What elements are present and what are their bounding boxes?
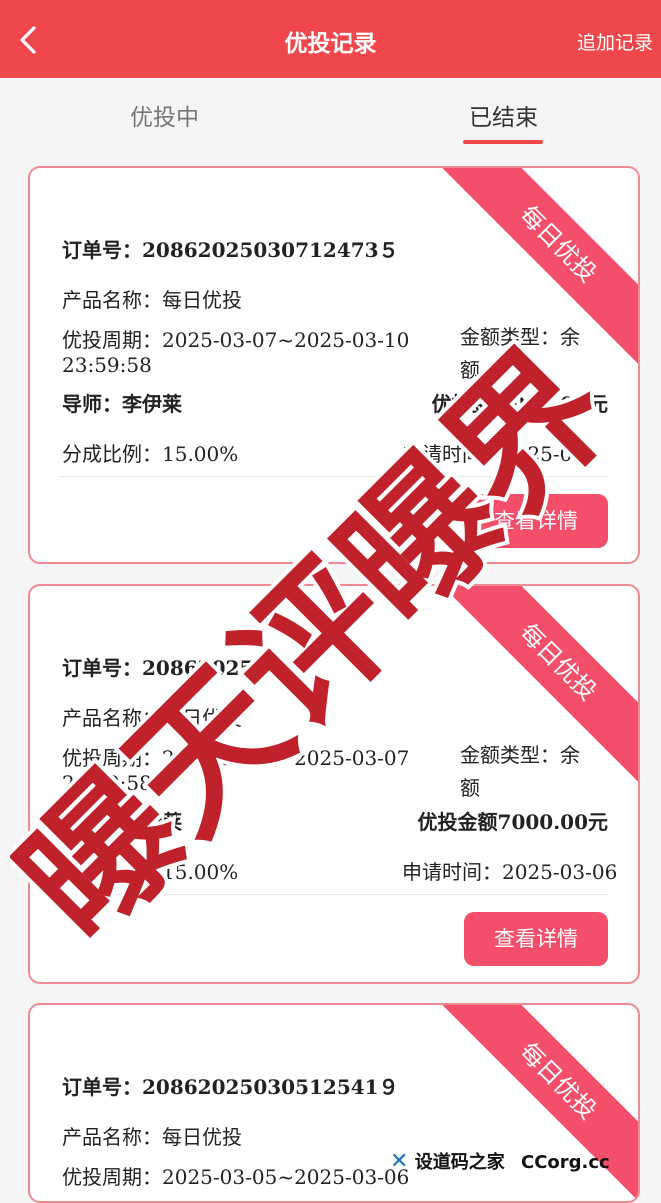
app-header: 优投记录 追加记录 [0, 0, 661, 78]
site-logo: ✕ 设道码之家 CCorg.cc [390, 1148, 660, 1186]
mentor-label: 导师： [62, 810, 122, 834]
apply-time-row: 申请时间：2025-03-06 [402, 856, 617, 885]
share-ratio-label: 分成比例： [62, 442, 162, 466]
card-divider [60, 894, 608, 895]
order-card: 每日优投 订单号：20862025030712473５ 产品名称：每日优投 优投… [28, 166, 640, 564]
product-name-label: 产品名称： [62, 706, 162, 730]
period-value: 2025-03-06~2025-03-07 [162, 746, 410, 770]
period-time: 23:59:58 [62, 771, 152, 795]
tab-bar: 优投中 已结束 [0, 78, 661, 148]
invest-amount-label: 优投金额 [417, 810, 498, 834]
logo-domain: CCorg.cc [521, 1152, 610, 1173]
order-number-value: 2086202503 [142, 656, 282, 680]
view-details-button[interactable]: 查看详情 [464, 912, 608, 966]
apply-time-label: 申请时间： [402, 860, 502, 884]
apply-time-row: 申请时间：2025-03- [402, 438, 592, 467]
invest-amount-row: 优投金额7000.00元 [418, 806, 608, 835]
order-number-row: 订单号：20862025030512541９ [62, 1071, 399, 1100]
period-label: 优投周期： [62, 1165, 162, 1189]
amount-type-value-2: 额 [460, 776, 480, 800]
amount-type-value: 余 [560, 325, 580, 349]
view-details-button[interactable]: 查看详情 [464, 494, 608, 548]
period-value: 2025-03-05~2025-03-06 [162, 1165, 410, 1189]
card-divider [60, 476, 608, 477]
apply-time-value: 2025-03-06 [502, 860, 618, 884]
product-name-label: 产品名称： [62, 1125, 162, 1149]
apply-time-label: 申请时间： [402, 442, 502, 466]
mentor-label: 导师： [62, 392, 122, 416]
mentor-value: 李伊莱 [122, 392, 182, 416]
add-record-button[interactable]: 追加记录 [577, 28, 653, 55]
order-number-label: 订单号： [62, 1075, 142, 1099]
apply-time-value: 2025-03- [502, 442, 592, 466]
product-name-value: 每日优投 [162, 706, 242, 730]
amount-type-label: 金额类型： [460, 325, 560, 349]
period-row: 优投周期：2025-03-07~2025-03-10 [62, 324, 409, 353]
order-card: 每日优投 订单号：2086202503 产品名称：每日优投 优投周期：2025-… [28, 584, 640, 984]
share-ratio-value: 15.00% [162, 860, 239, 884]
logo-text: 设道码之家 [414, 1152, 505, 1173]
invest-amount-label: 优投金额 [431, 392, 512, 416]
period-row: 优投周期：2025-03-06~2025-03-07 [62, 742, 409, 771]
order-number-value: 20862025030512541９ [142, 1075, 399, 1099]
tab-finished[interactable]: 已结束 [469, 98, 538, 132]
mentor-row: 导师：李伊莱 [62, 806, 182, 835]
period-value: 2025-03-07~2025-03-10 [162, 328, 410, 352]
logo-x-icon: ✕ [390, 1149, 409, 1174]
invest-amount-value: 7000.00元 [497, 810, 608, 834]
period-label: 优投周期： [62, 746, 162, 770]
product-name-row: 产品名称：每日优投 [62, 702, 242, 731]
order-number-value: 20862025030712473５ [142, 238, 399, 262]
product-name-row: 产品名称：每日优投 [62, 1121, 242, 1150]
mentor-value: 李伊莱 [122, 810, 182, 834]
period-label: 优投周期： [62, 328, 162, 352]
order-number-row: 订单号：20862025030712473５ [62, 234, 399, 263]
share-ratio-value: 15.00% [162, 442, 239, 466]
page-title: 优投记录 [284, 31, 377, 57]
amount-type-row: 金额类型：余 [460, 321, 580, 350]
tab-in-progress[interactable]: 优投中 [130, 98, 199, 132]
order-number-row: 订单号：2086202503 [62, 652, 281, 681]
amount-type-row: 金额类型：余 [460, 739, 580, 768]
amount-type-value-2: 额 [460, 358, 480, 382]
product-name-value: 每日优投 [162, 288, 242, 312]
product-name-value: 每日优投 [162, 1125, 242, 1149]
period-row: 优投周期：2025-03-05~2025-03-06 [62, 1161, 409, 1190]
order-number-label: 订单号： [62, 238, 142, 262]
amount-type-value: 余 [560, 743, 580, 767]
share-ratio-label: 分成比例： [62, 860, 162, 884]
share-ratio-row: 分成比例：15.00% [62, 438, 238, 467]
invest-amount-row: 优投金额000.00元 [431, 388, 608, 417]
product-name-label: 产品名称： [62, 288, 162, 312]
amount-type-label: 金额类型： [460, 743, 560, 767]
active-tab-indicator [463, 140, 543, 144]
order-number-label: 订单号： [62, 656, 142, 680]
invest-amount-value: 000.00元 [511, 392, 608, 416]
period-time: 23:59:58 [62, 353, 152, 377]
share-ratio-row: 分成比例：15.00% [62, 856, 238, 885]
mentor-row: 导师：李伊莱 [62, 388, 182, 417]
product-name-row: 产品名称：每日优投 [62, 284, 242, 313]
